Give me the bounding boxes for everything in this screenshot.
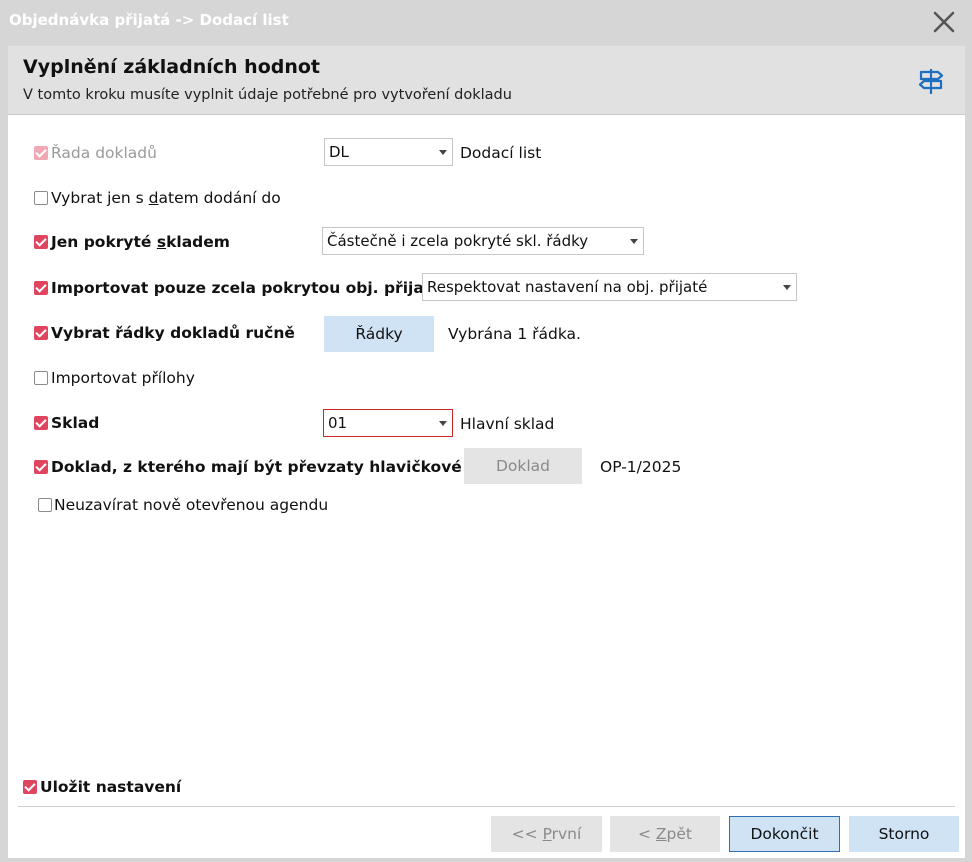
pokryte-select-value: Částečně i zcela pokryté skl. řádky [327,232,589,250]
rada-select[interactable]: DL [324,138,453,166]
row-sklad: Sklad 01 Hlavní sklad [8,409,965,437]
row-neuzavirat: Neuzavírat nově otevřenou agendu [8,492,965,518]
chevron-down-icon [630,239,638,244]
ulozit-label: Uložit nastavení [40,778,182,796]
pokryte-checkbox[interactable] [34,235,48,249]
chevron-down-icon [783,285,791,290]
sklad-label: Sklad [51,414,100,432]
chevron-down-icon [439,421,447,426]
datum-label: Vybrat jen s datem dodání do [51,189,281,207]
prvni-button[interactable]: << První [491,816,602,852]
title-bar: Objednávka přijatá -> Dodací list [0,0,972,44]
datum-checkbox[interactable] [34,191,48,205]
neuzavirat-checkbox[interactable] [38,498,52,512]
wizard-dialog: Vyplnění základních hodnot V tomto kroku… [8,46,965,858]
row-doklad: Doklad, z kterého mají být převzaty hlav… [8,448,965,484]
sklad-select[interactable]: 01 [323,409,453,437]
prilohy-label: Importovat přílohy [51,369,195,387]
radky-label: Vybrat řádky dokladů ručně [51,324,295,342]
doklad-value: OP-1/2025 [600,458,682,476]
rada-select-value: DL [329,143,349,161]
row-ulozit: Uložit nastavení [8,774,965,800]
row-pokryte: Jen pokryté skladem Částečně i zcela pok… [8,227,965,255]
radky-button[interactable]: Řádky [324,316,434,352]
page-subtitle: V tomto kroku musíte vyplnit údaje potře… [23,87,512,103]
importovat-pokryte-label: Importovat pouze zcela pokrytou obj. při… [51,279,453,297]
window-title: Objednávka přijatá -> Dodací list [9,11,289,29]
storno-button[interactable]: Storno [849,816,959,852]
footer-divider [18,806,955,807]
importovat-pokryte-select-value: Respektovat nastavení na obj. přijaté [427,278,708,296]
chevron-down-icon [439,150,447,155]
ulozit-checkbox[interactable] [23,780,37,794]
importovat-pokryte-select[interactable]: Respektovat nastavení na obj. přijaté [422,273,797,301]
sklad-checkbox[interactable] [34,416,48,430]
row-datum: Vybrat jen s datem dodání do [8,185,965,211]
zpet-button[interactable]: < Zpět [610,816,720,852]
pokryte-label: Jen pokryté skladem [51,233,230,251]
wizard-header: Vyplnění základních hodnot V tomto kroku… [8,46,965,115]
sklad-desc: Hlavní sklad [460,415,555,433]
rada-checkbox [34,146,48,160]
neuzavirat-label: Neuzavírat nově otevřenou agendu [54,496,329,514]
doklad-checkbox[interactable] [34,460,48,474]
row-importovat-pokryte: Importovat pouze zcela pokrytou obj. při… [8,273,965,301]
radky-checkbox[interactable] [34,326,48,340]
rada-label: Řada dokladů [51,144,157,162]
doklad-label: Doklad, z kterého mají být převzaty hlav… [51,458,516,476]
rada-desc: Dodací list [460,144,542,162]
signpost-icon [916,66,946,96]
importovat-pokryte-checkbox[interactable] [34,281,48,295]
radky-info: Vybrána 1 řádka. [448,325,581,343]
page-title: Vyplnění základních hodnot [23,56,321,78]
close-icon[interactable] [928,6,960,38]
prilohy-checkbox[interactable] [34,371,48,385]
sklad-select-value: 01 [328,414,348,432]
dokoncit-button[interactable]: Dokončit [729,816,840,852]
row-rada: Řada dokladů DL Dodací list [8,138,965,166]
row-radky: Vybrat řádky dokladů ručně Řádky Vybrána… [8,316,965,352]
row-prilohy: Importovat přílohy [8,365,965,391]
pokryte-select[interactable]: Částečně i zcela pokryté skl. řádky [322,227,644,255]
doklad-button[interactable]: Doklad [464,448,582,484]
